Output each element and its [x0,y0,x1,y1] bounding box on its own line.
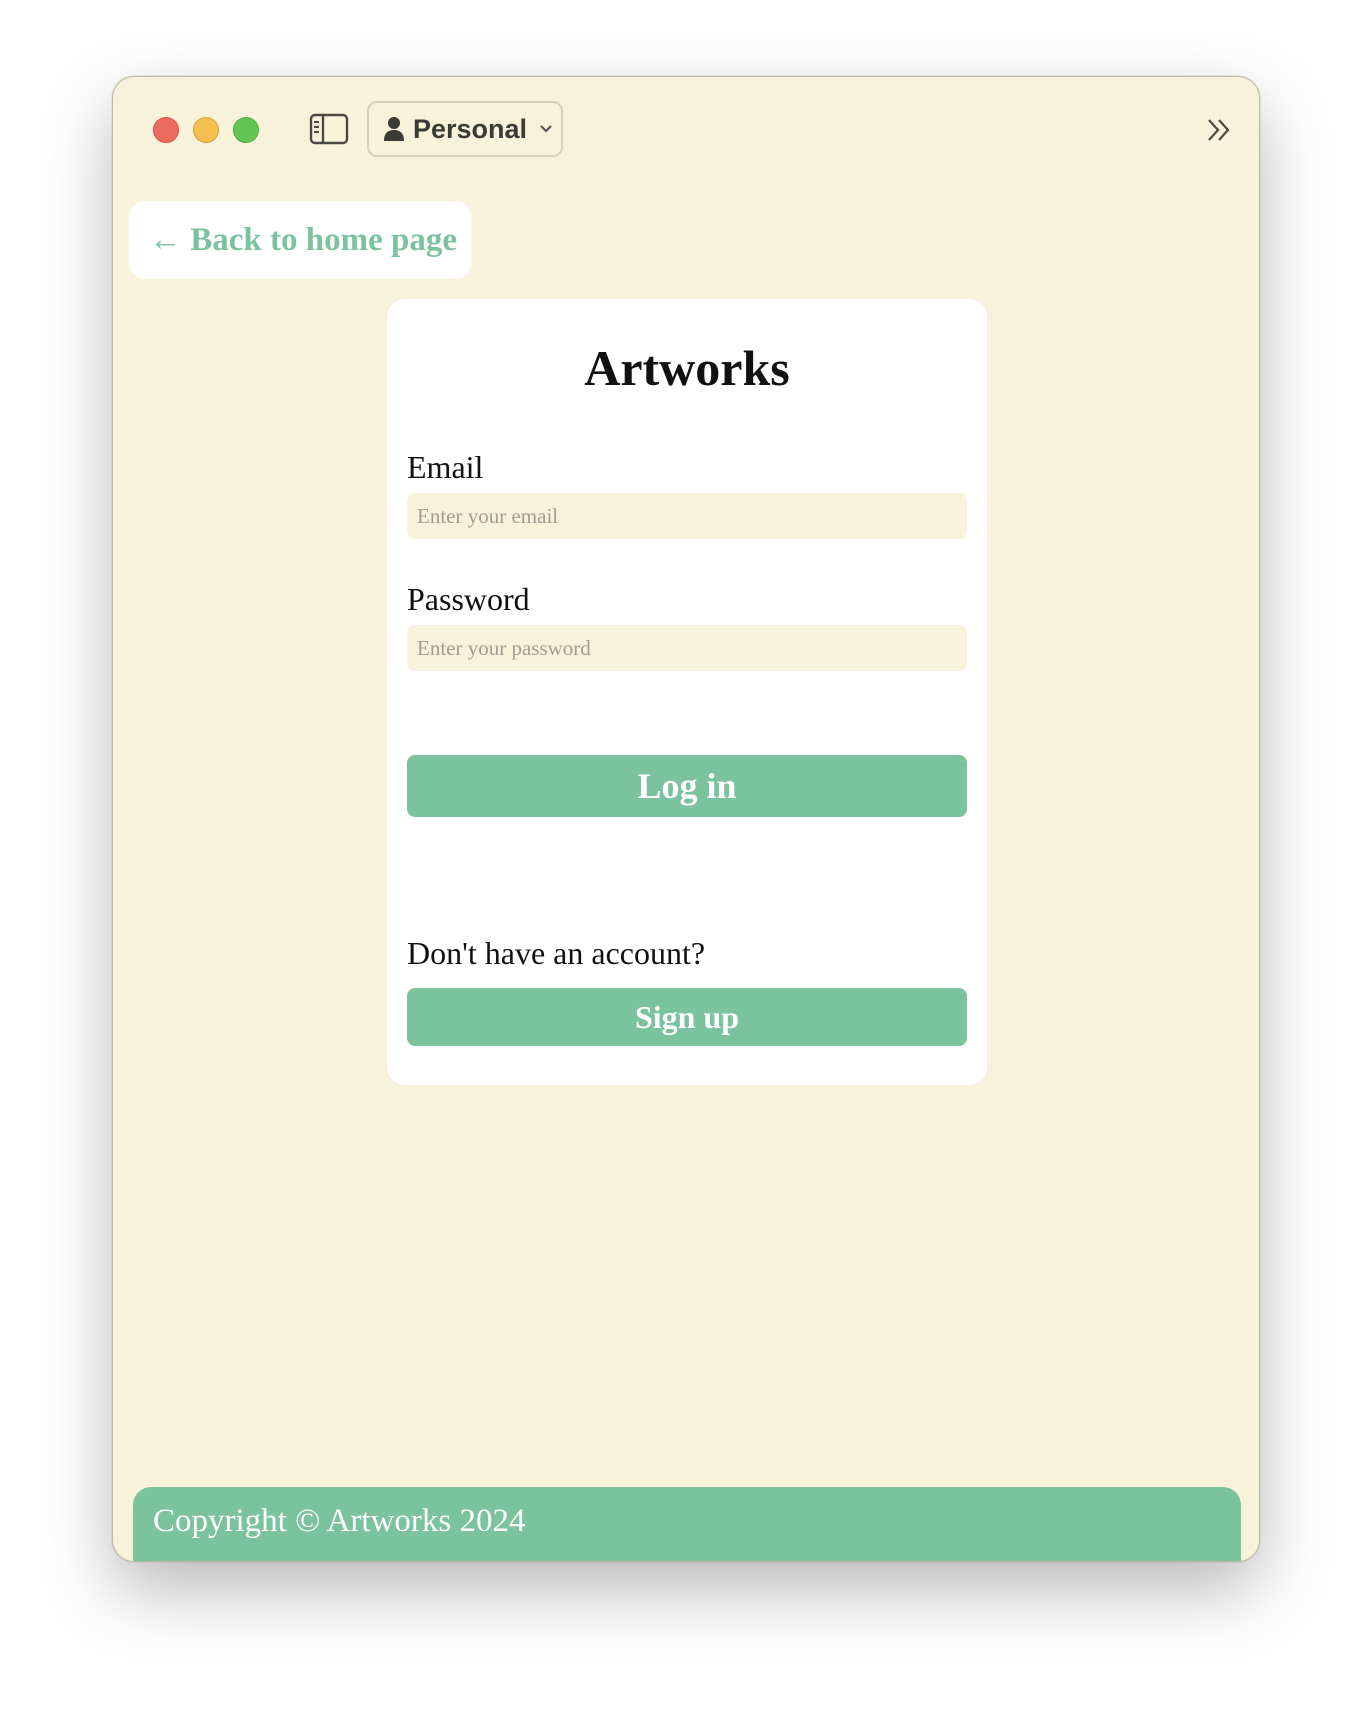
sidebar-toggle-icon [309,113,349,145]
copyright-text: Copyright © Artworks 2024 [153,1503,526,1539]
profile-label: Personal [413,113,528,144]
back-to-home-link[interactable]: ← Back to home page [129,201,471,279]
signup-prompt: Don't have an account? [407,935,706,971]
login-button[interactable]: Log in [407,755,967,817]
email-field[interactable] [407,493,967,539]
double-chevron-right-icon [1208,119,1230,141]
toolbar-overflow-button[interactable] [1205,115,1235,145]
password-field[interactable] [407,625,967,671]
footer: Copyright © Artworks 2024 [133,1487,1241,1561]
chevron-down-icon [540,125,552,133]
login-card: Artworks Email Password Log in Don't hav… [387,299,987,1085]
page-title: Artworks [584,340,790,396]
password-label: Password [407,581,530,617]
minimize-window-button[interactable] [193,117,219,143]
close-window-button[interactable] [153,117,179,143]
browser-window: Personal ← Back to home page Artworks Em… [112,76,1260,1562]
signup-button[interactable]: Sign up [407,988,967,1046]
sidebar-toggle-button[interactable] [309,113,349,145]
profile-selector[interactable]: Personal [367,101,563,157]
maximize-window-button[interactable] [233,117,259,143]
email-label: Email [407,449,484,485]
person-icon [384,117,404,141]
